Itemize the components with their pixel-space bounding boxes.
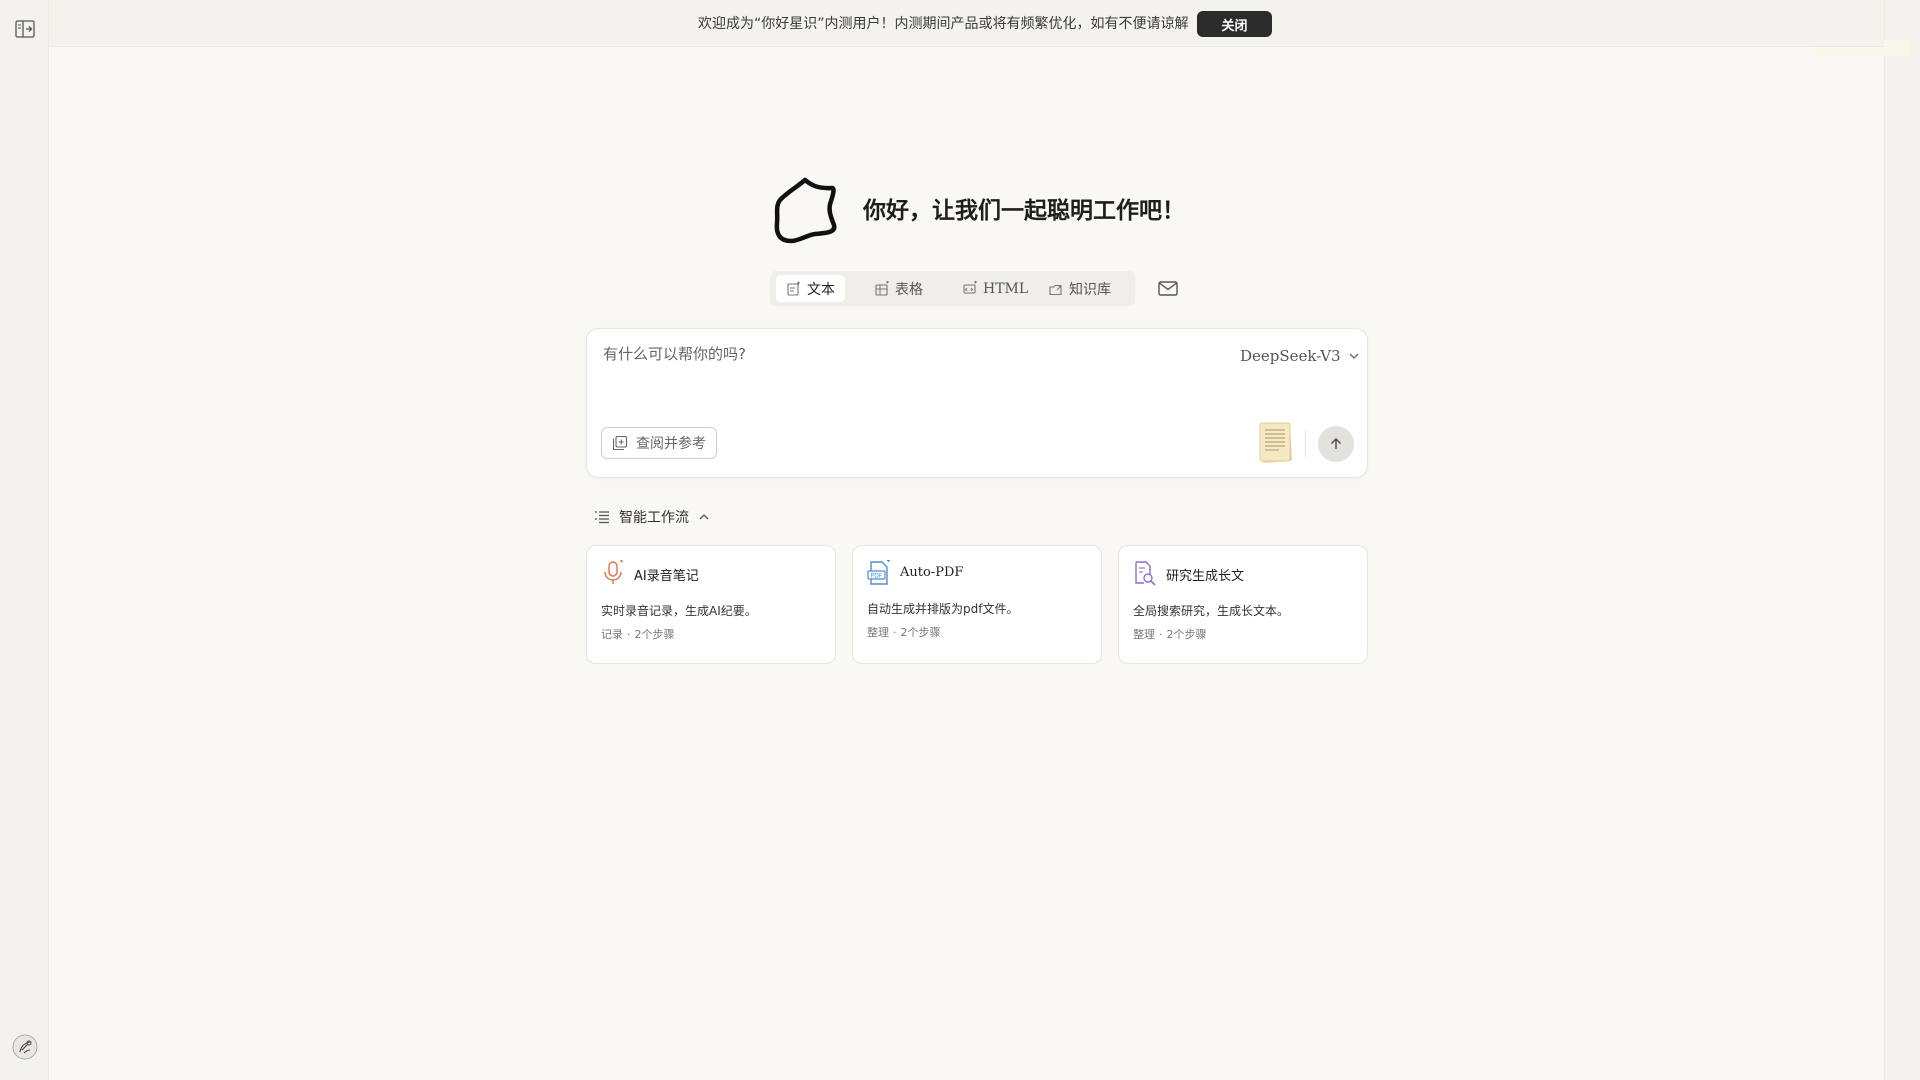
text-edit-icon [787,281,800,296]
workflow-steps: 2个步骤 [1166,628,1207,641]
table-icon [875,280,889,296]
banner-message: 欢迎成为“你好星识”内测用户！内测期间产品或将有频繁优化，如有不便请谅解 [698,16,1189,32]
workflow-card-ai-recording[interactable]: AI录音笔记 实时录音记录，生成AI纪要。 记录 · 2个步骤 [586,545,836,664]
reference-button[interactable]: 查阅并参考 [601,427,717,459]
workflow-card-auto-pdf[interactable]: PDF Auto-PDF 自动生成并排版为pdf文件。 整理 · 2个步骤 [852,545,1102,664]
knowledge-base-icon [1049,284,1062,295]
workflow-meta: 整理 · 2个步骤 [867,626,941,639]
workflows-toggle[interactable]: 智能工作流 [594,507,710,527]
workflow-name: Auto-PDF [900,565,964,580]
workflow-name: 研究生成长文 [1166,569,1245,584]
chevron-up-icon [699,514,709,520]
workflow-meta: 整理 · 2个步骤 [1133,628,1207,641]
workflow-description: 实时录音记录，生成AI纪要。 [601,604,757,618]
tab-knowledge-base-label: 知识库 [1069,281,1111,298]
workflow-description: 全局搜索研究，生成长文本。 [1133,604,1290,618]
star-logo-icon [774,177,837,244]
tab-html[interactable]: HTML [952,275,1038,302]
tab-text[interactable]: 文本 [776,275,845,302]
sidebar-toggle-icon[interactable] [15,20,35,38]
workflow-card-research-longform[interactable]: 研究生成长文 全局搜索研究，生成长文本。 整理 · 2个步骤 [1118,545,1368,664]
svg-text:PDF: PDF [871,573,883,580]
chevron-down-icon [1349,353,1359,359]
pdf-file-icon: PDF [867,560,890,585]
page-title: 你好，让我们一起聪明工作吧！ [863,198,1185,224]
tab-text-label: 文本 [807,281,835,298]
tab-table-label: 表格 [895,281,923,298]
microphone-icon [604,560,623,584]
user-avatar-icon[interactable] [12,1034,38,1060]
workflow-category: 整理 [1133,628,1155,641]
tab-html-label: HTML [983,280,1029,297]
input-divider [1305,429,1306,457]
tab-knowledge-base[interactable]: 知识库 [1038,275,1121,302]
add-reference-icon [612,435,628,451]
prompt-card: DeepSeek-V3 查阅并参考 [586,328,1368,478]
workflow-steps: 2个步骤 [634,628,675,641]
workflow-category: 记录 [601,628,623,641]
model-select[interactable]: DeepSeek-V3 [1240,347,1360,365]
tab-table[interactable]: 表格 [864,275,933,302]
reference-button-label: 查阅并参考 [636,436,706,452]
right-sidebar [1884,0,1920,1080]
document-search-icon [1135,561,1156,586]
html-icon [963,280,977,294]
left-sidebar [0,0,49,1080]
workflow-category: 整理 [867,626,889,639]
banner-close-button[interactable]: 关闭 [1197,11,1272,37]
workflows-header-label: 智能工作流 [619,510,689,526]
workflow-steps: 2个步骤 [900,626,941,639]
prompt-input[interactable] [601,341,1181,401]
arrow-up-icon [1330,437,1342,449]
send-button[interactable] [1318,426,1354,462]
workflow-meta: 记录 · 2个步骤 [601,628,675,641]
workflow-name: AI录音笔记 [634,569,699,584]
list-icon [595,511,609,524]
workflow-description: 自动生成并排版为pdf文件。 [867,602,1019,616]
notepad-icon[interactable] [1255,419,1295,465]
model-select-value: DeepSeek-V3 [1240,347,1341,365]
beta-banner: 欢迎成为“你好星识”内测用户！内测期间产品或将有频繁优化，如有不便请谅解 关闭 [49,0,1884,47]
mode-tabs: 文本 表格 HTML 知识库 [770,271,1135,306]
mail-icon[interactable] [1157,279,1179,297]
